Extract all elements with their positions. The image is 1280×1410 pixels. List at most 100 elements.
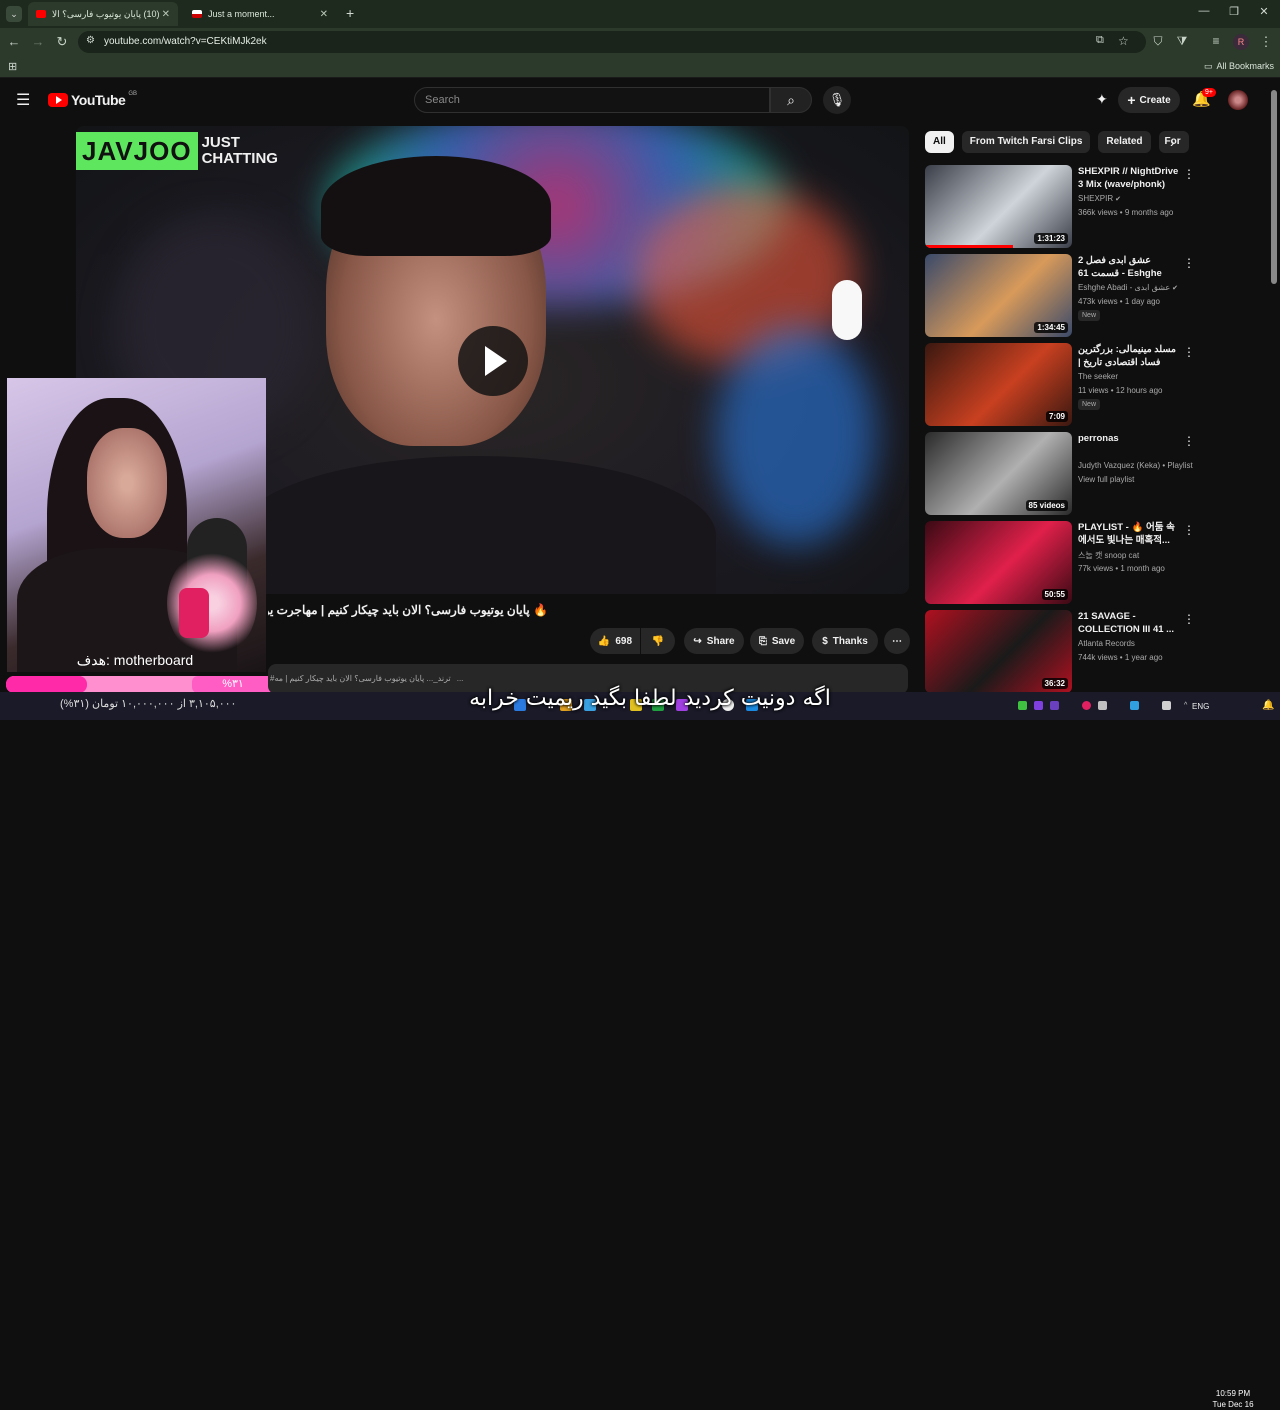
new-tab-button[interactable]: + — [346, 5, 354, 21]
omnibox[interactable]: ⚙ youtube.com/watch?v=CEKtiMJk2ek ⧉ ☆ — [78, 31, 1146, 53]
profile-avatar[interactable]: R — [1233, 34, 1249, 50]
play-button[interactable] — [458, 326, 528, 396]
restore-icon[interactable]: ❐ — [1224, 5, 1244, 18]
video-title: 🔥 پایان یوتیوب فارسی؟ الان باید چیکار کن… — [268, 603, 548, 617]
forward-icon[interactable]: → — [30, 34, 46, 49]
extensions-icon[interactable]: ⧩ — [1174, 34, 1190, 49]
recommendation-item[interactable]: 36:32 21 SAVAGE - COLLECTION III 41 ... At… — [925, 610, 1205, 694]
shield-icon[interactable]: ⛉ — [1150, 34, 1166, 49]
reload-icon[interactable]: ↻ — [54, 34, 70, 50]
tray-icon[interactable] — [1130, 701, 1139, 710]
video-thumbnail[interactable]: 85 videos — [925, 432, 1072, 515]
language-indicator[interactable]: ENG — [1192, 702, 1209, 711]
bookmark-star-icon[interactable]: ☆ — [1118, 34, 1129, 48]
video-thumbnail[interactable]: 50:55 — [925, 521, 1072, 604]
recommendation-item[interactable]: 50:55 PLAYLIST - 🔥 어둠 속에서도 빛나는 매혹적... 스눕 캣… — [925, 521, 1205, 605]
back-icon[interactable]: ← — [6, 34, 22, 49]
minimize-icon[interactable]: — — [1194, 5, 1214, 17]
youtube-logo[interactable]: YouTube GB — [48, 91, 137, 108]
recommendation-channel[interactable]: Judyth Vazquez (Keka) • Playlist — [1078, 461, 1193, 470]
clock-time: 10:59 PM — [1215, 1389, 1251, 1398]
recommendation-title[interactable]: SHEXPIR // NightDrive 3 Mix (wave/phonk) — [1078, 165, 1180, 191]
apps-grid-icon[interactable]: ⊞ — [8, 60, 17, 73]
description-snippet: #ترند_... پایان یوتیوب فارسی؟ الان باید … — [270, 674, 463, 683]
tray-icon[interactable] — [1082, 701, 1091, 710]
recommendation-title[interactable]: perronas — [1078, 432, 1180, 445]
dollar-icon: $ — [822, 635, 828, 647]
recommendation-title[interactable]: عشق ابدی فصل 2 قسمت 61 - Eshghe Abadi — [1078, 254, 1180, 281]
hamburger-menu-icon[interactable]: ☰ — [16, 90, 30, 110]
recommendation-item[interactable]: 1:31:23 SHEXPIR // NightDrive 3 Mix (wave… — [925, 165, 1205, 249]
recommendation-channel[interactable]: The seeker — [1078, 372, 1118, 381]
chip-from-channel[interactable]: From Twitch Farsi Clips — [961, 131, 1091, 153]
more-options-icon[interactable]: ⋮ — [1183, 345, 1195, 359]
recommendation-channel[interactable]: Atlanta Records — [1078, 639, 1135, 648]
like-button[interactable]: 👍 698 — [590, 628, 640, 654]
recommendation-channel[interactable]: SHEXPIR ✔ — [1078, 194, 1121, 203]
more-options-icon[interactable]: ⋮ — [1183, 612, 1195, 626]
video-thumbnail[interactable]: 1:31:23 — [925, 165, 1072, 248]
chips-next-arrow-icon[interactable]: › — [1170, 134, 1175, 150]
video-thumbnail[interactable]: 1:34:45 — [925, 254, 1072, 337]
video-thumbnail[interactable]: 7:09 — [925, 343, 1072, 426]
notification-center-icon[interactable]: 🔔 — [1262, 700, 1274, 711]
recommendation-meta: 744k views • 1 year ago — [1078, 653, 1163, 662]
system-clock[interactable]: 10:59 PM Tue Dec 16 — [1210, 1388, 1256, 1410]
recommendation-item[interactable]: 1:34:45 عشق ابدی فصل 2 قسمت 61 - Eshghe A… — [925, 254, 1205, 338]
thumbs-up-icon: 👍 — [597, 635, 611, 647]
duration-badge: 50:55 — [1041, 589, 1068, 600]
tray-icon[interactable] — [1018, 701, 1027, 710]
tray-icon[interactable] — [1162, 701, 1171, 710]
user-avatar[interactable] — [1228, 90, 1248, 110]
close-tab-icon[interactable]: ✕ — [162, 9, 170, 20]
share-button[interactable]: ↪ Share — [684, 628, 744, 654]
recommendation-item[interactable]: 7:09 مسلد مینیمالی: بزرگترین فساد اقتصادی… — [925, 343, 1205, 427]
search-button[interactable]: ⌕ — [770, 87, 812, 113]
more-options-icon[interactable]: ⋮ — [1183, 256, 1195, 270]
recommendation-item[interactable]: 85 videos perronas Judyth Vazquez (Keka) •… — [925, 432, 1205, 516]
chip-all[interactable]: All — [925, 131, 954, 153]
all-bookmarks-folder[interactable]: ▭ All Bookmarks — [1204, 61, 1274, 72]
notification-count-badge: 9+ — [1202, 88, 1216, 97]
recommendation-channel[interactable]: Eshghe Abadi - عشق ابدی ✔ — [1078, 283, 1178, 292]
tab-title: Just a moment... — [208, 9, 275, 19]
recommendation-channel[interactable]: 스눕 캣 snoop cat — [1078, 550, 1139, 561]
tray-icon[interactable] — [1034, 701, 1043, 710]
voice-search-button[interactable]: 🎙 — [823, 86, 851, 114]
filter-chips: All From Twitch Farsi Clips Related For — [925, 131, 1189, 153]
save-button[interactable]: ⎘ Save — [750, 628, 804, 654]
bookmarks-bar: ⊞ ▭ All Bookmarks — [0, 56, 1280, 78]
video-thumbnail[interactable]: 36:32 — [925, 610, 1072, 693]
more-actions-button[interactable]: ⋯ — [884, 628, 910, 654]
tab-title: (10) پایان یوتیوب فارسی؟ الا — [52, 8, 160, 19]
search-input[interactable]: Search — [414, 87, 770, 113]
tab-youtube[interactable]: (10) پایان یوتیوب فارسی؟ الا ✕ — [28, 2, 178, 26]
recommendation-title[interactable]: PLAYLIST - 🔥 어둠 속에서도 빛나는 매혹적... — [1078, 521, 1180, 547]
close-window-icon[interactable]: ✕ — [1254, 5, 1274, 18]
more-options-icon[interactable]: ⋮ — [1183, 167, 1195, 181]
verified-icon: ✔ — [1170, 285, 1179, 292]
tab-search-icon[interactable]: ⌄ — [6, 6, 22, 22]
more-menu-icon[interactable]: ⋮ — [1258, 34, 1274, 50]
thanks-button[interactable]: $ Thanks — [812, 628, 878, 654]
more-options-icon[interactable]: ⋮ — [1183, 523, 1195, 537]
recommendation-title[interactable]: 21 SAVAGE - COLLECTION III 41 ... — [1078, 610, 1180, 636]
cast-icon[interactable]: ✦ — [1096, 91, 1108, 108]
tray-icon[interactable] — [1098, 701, 1107, 710]
install-app-icon[interactable]: ⧉ — [1096, 34, 1104, 47]
region-code: GB — [128, 91, 137, 97]
just-chatting-logo: JUST CHATTING — [202, 135, 278, 167]
more-options-icon[interactable]: ⋮ — [1183, 434, 1195, 448]
close-tab-icon[interactable]: ✕ — [320, 9, 328, 20]
tab-just-a-moment[interactable]: Just a moment... ✕ — [184, 2, 336, 26]
tray-icon[interactable] — [1050, 701, 1059, 710]
reading-list-icon[interactable]: ≡ — [1208, 34, 1224, 48]
chip-related[interactable]: Related — [1098, 131, 1151, 153]
dislike-button[interactable]: 👎 — [641, 628, 675, 654]
recommendation-title[interactable]: مسلد مینیمالی: بزرگترین فساد اقتصادی تار… — [1078, 343, 1180, 370]
like-count: 698 — [615, 635, 633, 647]
page-scrollbar[interactable] — [1271, 90, 1277, 284]
create-button[interactable]: + Create — [1118, 87, 1180, 113]
all-bookmarks-label: All Bookmarks — [1216, 61, 1275, 71]
site-info-icon[interactable]: ⚙ — [86, 35, 95, 46]
